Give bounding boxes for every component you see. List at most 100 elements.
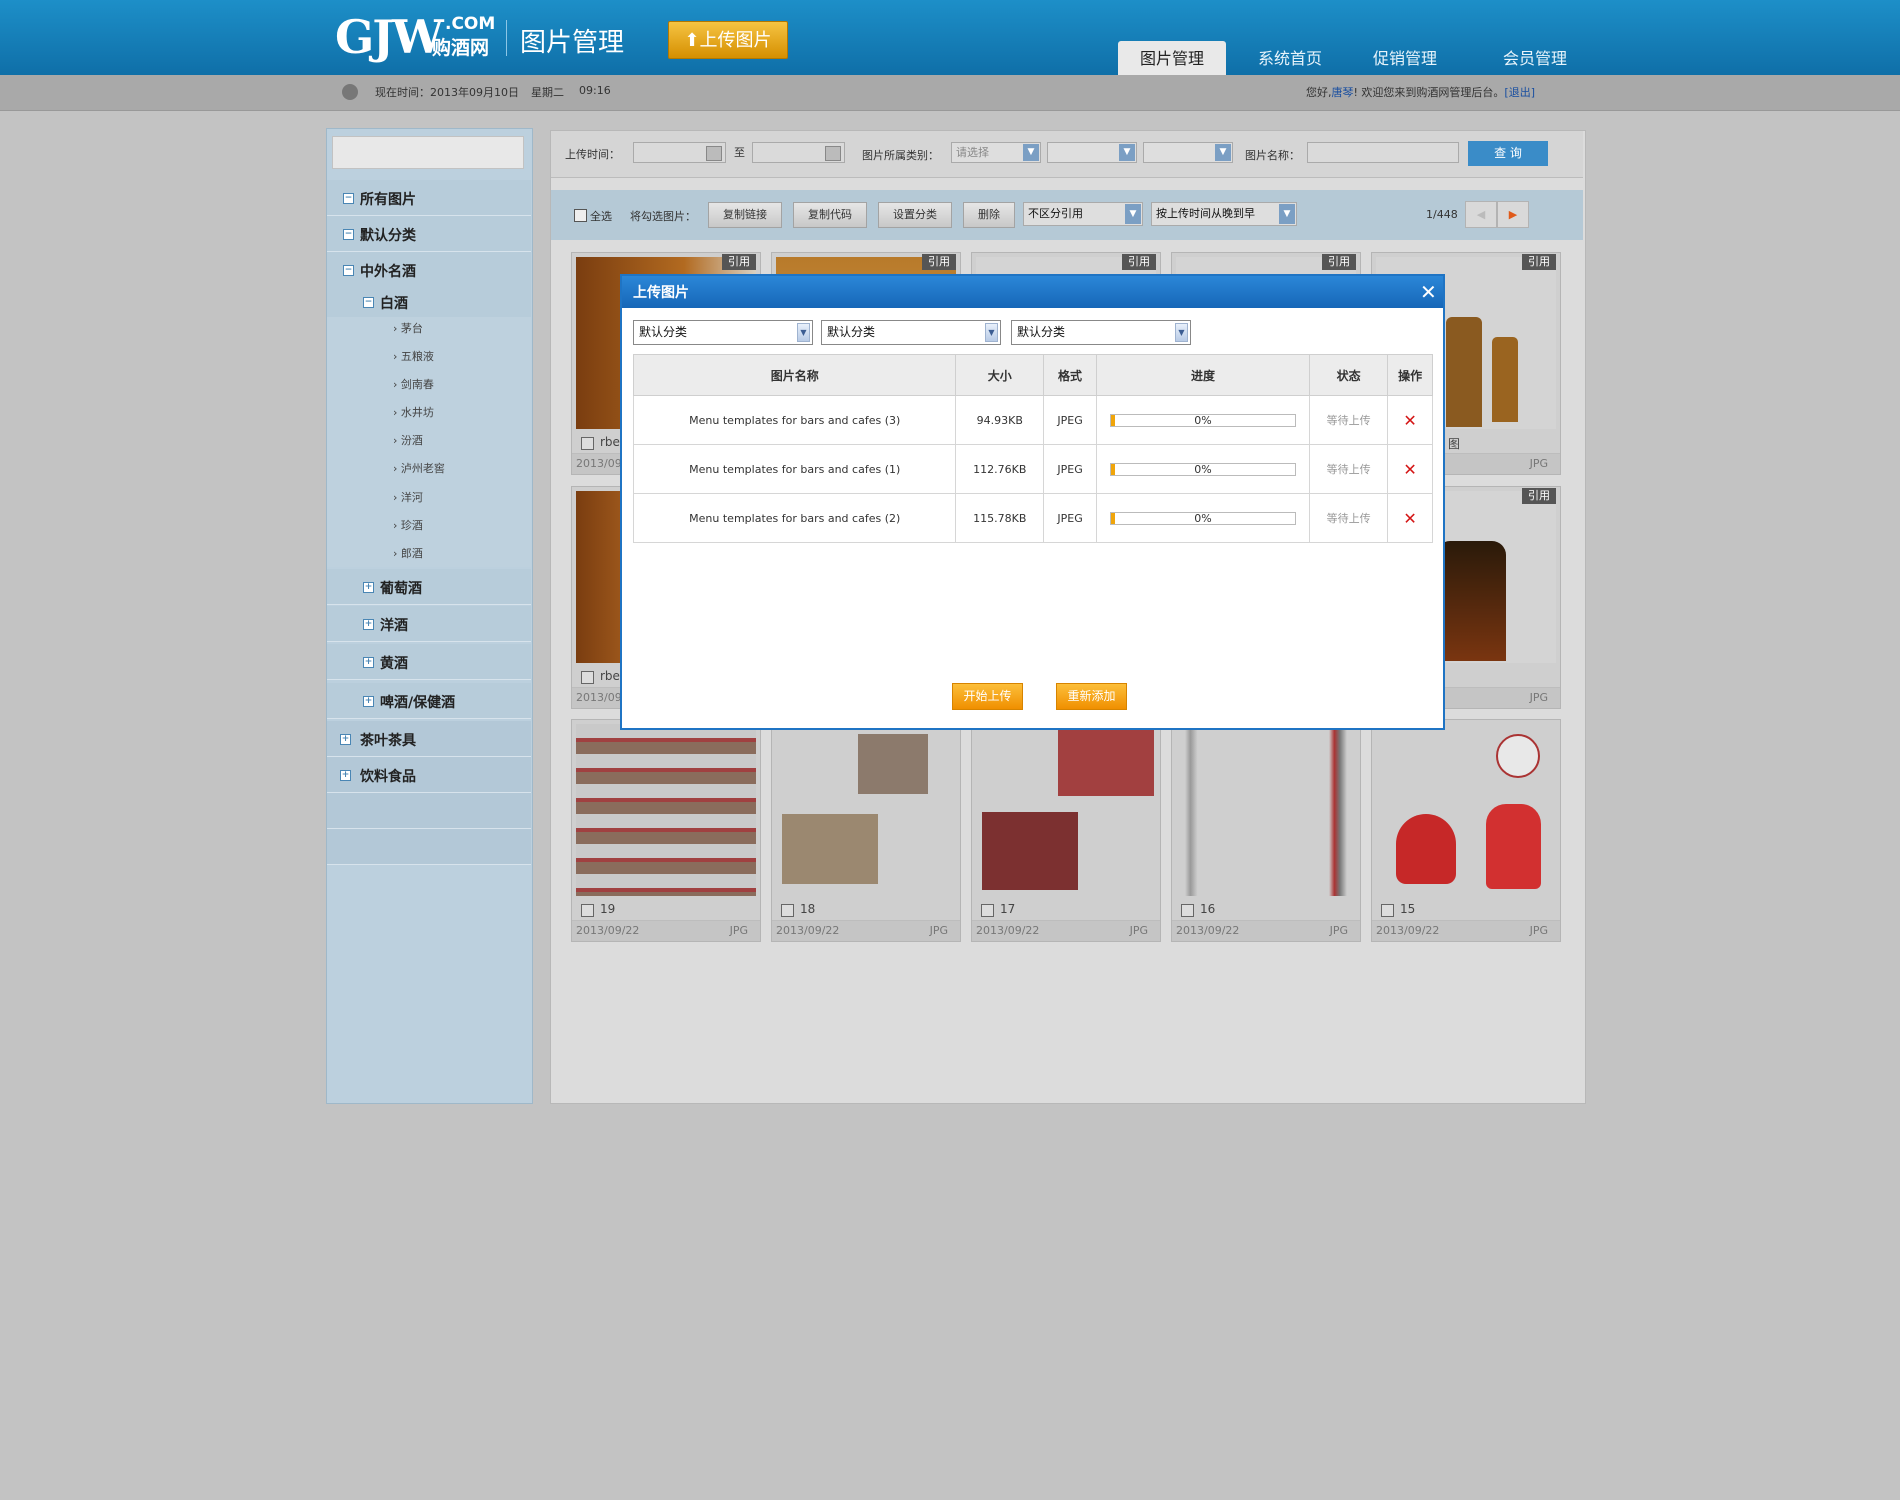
file-size: 112.76KB	[955, 444, 1045, 494]
card-checkbox[interactable]	[981, 904, 994, 917]
card-image[interactable]	[976, 724, 1156, 896]
image-card[interactable]: 19 2013/09/22 JPG	[571, 719, 761, 942]
user-name[interactable]: 唐琴	[1332, 86, 1354, 99]
query-button[interactable]: 查 询	[1468, 141, 1548, 166]
leaf-item[interactable]: › 五粮液	[393, 348, 434, 364]
col-action: 操作	[1387, 354, 1433, 396]
image-card[interactable]: 16 2013/09/22 JPG	[1171, 719, 1361, 942]
reference-badge[interactable]: 引用	[1122, 254, 1156, 270]
reference-filter-select[interactable]: 不区分引用 ▼	[1023, 202, 1143, 226]
sidebar-item-baijiu[interactable]: − 白酒	[327, 287, 531, 317]
sidebar-item-yellow[interactable]: + 黄酒	[327, 644, 531, 680]
info-bar	[0, 75, 1900, 111]
re-add-button[interactable]: 重新添加	[1056, 683, 1127, 710]
category-select-1[interactable]: 默认分类 ▼	[633, 320, 813, 345]
card-image[interactable]	[1376, 724, 1556, 896]
tab-promotion[interactable]: 促销管理	[1357, 41, 1453, 75]
card-checkbox[interactable]	[581, 437, 594, 450]
chevron-down-icon: ▼	[1119, 144, 1135, 161]
expand-icon: +	[340, 770, 351, 781]
logo-text: GJW	[335, 10, 444, 64]
sidebar-item-grape[interactable]: + 葡萄酒	[327, 569, 531, 605]
leaf-item[interactable]: › 郎酒	[393, 545, 423, 561]
sidebar-item-beer[interactable]: + 啤酒/保健酒	[327, 683, 531, 719]
file-status: 等待上传	[1308, 493, 1389, 543]
image-card[interactable]: 17 2013/09/22 JPG	[971, 719, 1161, 942]
dialog-title: 上传图片	[633, 285, 689, 301]
calendar-icon[interactable]	[825, 146, 841, 161]
reference-badge[interactable]: 引用	[1322, 254, 1356, 270]
leaf-item[interactable]: › 水井坊	[393, 404, 434, 420]
file-progress-cell: 0%	[1096, 395, 1310, 445]
image-name-input[interactable]	[1307, 142, 1459, 163]
card-checkbox[interactable]	[781, 904, 794, 917]
tab-member[interactable]: 会员管理	[1487, 41, 1583, 75]
file-progress-cell: 0%	[1096, 493, 1310, 543]
start-date-input[interactable]	[633, 142, 726, 163]
table-row: Menu templates for bars and cafes (3) 94…	[632, 395, 1433, 445]
delete-button[interactable]: 删除	[963, 202, 1015, 228]
category-select-1[interactable]: 请选择 ▼	[951, 142, 1041, 163]
chevron-down-icon: ▼	[985, 323, 998, 342]
card-image[interactable]	[776, 724, 956, 896]
card-image[interactable]	[576, 724, 756, 896]
file-format: JPEG	[1043, 493, 1098, 543]
sidebar-spacer	[327, 793, 531, 829]
leaf-item[interactable]: › 泸州老窖	[393, 460, 445, 476]
start-upload-button[interactable]: 开始上传	[952, 683, 1023, 710]
end-date-input[interactable]	[752, 142, 845, 163]
upload-image-button[interactable]: ⬆上传图片	[668, 21, 788, 59]
reference-badge[interactable]: 引用	[922, 254, 956, 270]
category-select-3[interactable]: 默认分类 ▼	[1011, 320, 1191, 345]
next-page-button[interactable]: ▶	[1497, 201, 1529, 228]
card-checkbox[interactable]	[581, 671, 594, 684]
sidebar-item-all[interactable]: − 所有图片	[327, 180, 531, 216]
upload-time-label: 上传时间：	[565, 148, 620, 161]
table-row: Menu templates for bars and cafes (2) 11…	[632, 493, 1433, 543]
leaf-item[interactable]: › 茅台	[393, 320, 423, 336]
calendar-icon[interactable]	[706, 146, 722, 161]
card-name: 15	[1400, 902, 1416, 916]
reference-badge[interactable]: 引用	[1522, 488, 1556, 504]
date-to-label: 至	[734, 146, 745, 159]
copy-link-button[interactable]: 复制链接	[708, 202, 782, 228]
sidebar-item-foreign[interactable]: + 洋酒	[327, 606, 531, 642]
select-all-checkbox[interactable]	[574, 209, 587, 222]
card-checkbox[interactable]	[1381, 904, 1394, 917]
delete-icon[interactable]: ✕	[1403, 411, 1416, 430]
leaf-item[interactable]: › 洋河	[393, 489, 423, 505]
current-date: 现在时间：2013年09月10日	[375, 86, 519, 99]
sidebar-item-drink[interactable]: + 饮料食品	[327, 757, 531, 793]
category-select-2[interactable]: 默认分类 ▼	[821, 320, 1001, 345]
sidebar-search-input[interactable]	[332, 136, 524, 169]
category-select-3[interactable]: ▼	[1143, 142, 1233, 163]
copy-code-button[interactable]: 复制代码	[793, 202, 867, 228]
set-category-button[interactable]: 设置分类	[878, 202, 952, 228]
category-label: 图片所属类别：	[862, 149, 939, 162]
tab-image-manage[interactable]: 图片管理	[1118, 41, 1226, 75]
sidebar-item-default[interactable]: − 默认分类	[327, 216, 531, 252]
category-select-2[interactable]: ▼	[1047, 142, 1137, 163]
sidebar-item-tea[interactable]: + 茶叶茶具	[327, 721, 531, 757]
chevron-down-icon: ▼	[797, 323, 810, 342]
card-image[interactable]	[1176, 724, 1356, 896]
image-card[interactable]: 18 2013/09/22 JPG	[771, 719, 961, 942]
chevron-down-icon: ▼	[1125, 204, 1141, 224]
delete-icon[interactable]: ✕	[1403, 460, 1416, 479]
card-checkbox[interactable]	[581, 904, 594, 917]
card-checkbox[interactable]	[1181, 904, 1194, 917]
delete-icon[interactable]: ✕	[1403, 509, 1416, 528]
image-card[interactable]: 15 2013/09/22 JPG	[1371, 719, 1561, 942]
prev-page-button[interactable]: ◀	[1465, 201, 1497, 228]
reference-badge[interactable]: 引用	[722, 254, 756, 270]
close-icon[interactable]: ✕	[1420, 280, 1437, 304]
leaf-item[interactable]: › 珍酒	[393, 517, 423, 533]
tab-system-home[interactable]: 系统首页	[1242, 41, 1338, 75]
leaf-item[interactable]: › 剑南春	[393, 376, 434, 392]
leaf-item[interactable]: › 汾酒	[393, 432, 423, 448]
sort-select[interactable]: 按上传时间从晚到早 ▼	[1151, 202, 1297, 226]
sidebar-item-wine[interactable]: − 中外名酒	[327, 252, 531, 288]
reference-badge[interactable]: 引用	[1522, 254, 1556, 270]
logout-link[interactable]: [退出]	[1504, 86, 1535, 99]
photo-block	[782, 814, 878, 884]
